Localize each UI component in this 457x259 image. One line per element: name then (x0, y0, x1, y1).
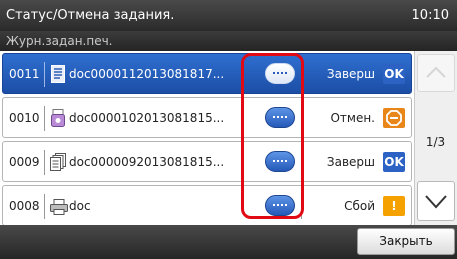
job-name: doc0000112013081817... (69, 67, 225, 81)
job-number: 0009 (9, 155, 40, 169)
clock: 10:10 (411, 8, 449, 23)
job-number: 0011 (9, 67, 40, 81)
close-button[interactable]: Закрыть (357, 228, 455, 255)
printer-icon (50, 197, 68, 215)
detail-buttons-highlight (241, 53, 304, 219)
error-icon: ! (383, 196, 405, 216)
job-row[interactable]: 0011 doc0000112013081817... Заверш OK (2, 53, 412, 94)
cancel-icon (383, 108, 405, 128)
job-log-list: 0011 doc0000112013081817... Заверш OK 00… (0, 51, 412, 226)
job-status: Отмен. (330, 111, 375, 125)
page-down-button[interactable] (417, 181, 455, 221)
log-subtitle-bar: Журн.задан.печ. (0, 31, 457, 51)
job-status: Сбой (344, 199, 375, 213)
job-status: Заверш (326, 67, 375, 81)
job-name: doc0000092013081815... (69, 155, 225, 169)
title-bar: Статус/Отмена задания. 10:10 (0, 0, 457, 31)
chevron-up-icon (426, 66, 446, 78)
job-name: doc (69, 199, 91, 213)
ok-icon: OK (383, 64, 405, 84)
job-number: 0010 (9, 111, 40, 125)
job-row[interactable]: 0010 doc0000102013081815... Отмен. (2, 97, 412, 138)
divider (44, 194, 45, 219)
screen-title: Статус/Отмена задания. (6, 8, 175, 23)
job-row[interactable]: 0008 doc Сбой ! (2, 185, 412, 226)
page-indicator: 1/3 (425, 135, 446, 149)
page-up-button[interactable] (417, 54, 455, 92)
log-title: Журн.задан.печ. (6, 34, 113, 48)
job-status-screen: Статус/Отмена задания. 10:10 Журн.задан.… (0, 0, 457, 259)
chevron-down-icon (425, 195, 447, 209)
usb-memory-icon (50, 109, 66, 127)
job-status: Заверш (326, 155, 375, 169)
job-number: 0008 (9, 199, 40, 213)
job-name: doc0000102013081815... (69, 111, 225, 125)
divider (44, 106, 45, 131)
multi-document-icon (50, 153, 66, 171)
divider (44, 62, 45, 87)
document-icon (50, 65, 66, 83)
page-scroller: 1/3 (414, 51, 457, 225)
divider (44, 150, 45, 175)
ok-icon: OK (383, 152, 405, 172)
job-row[interactable]: 0009 doc0000092013081815... Заверш OK (2, 141, 412, 182)
